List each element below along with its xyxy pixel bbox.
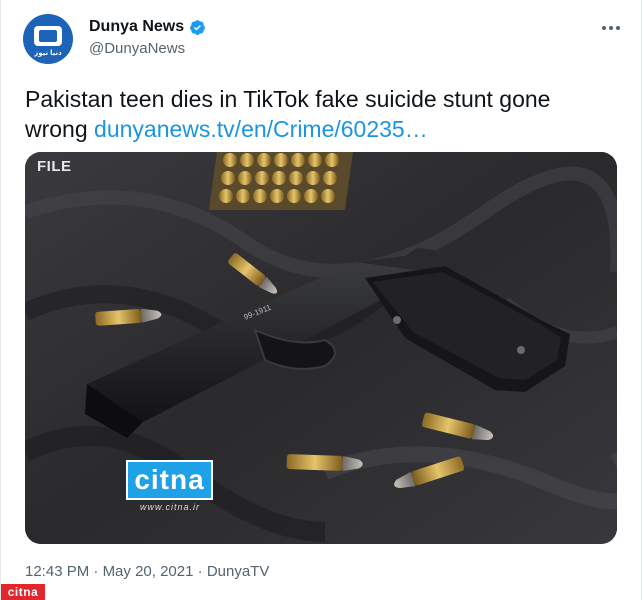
avatar-caption: دنیا نیوز — [34, 50, 62, 57]
more-dots-icon[interactable] — [599, 18, 623, 38]
pistol-photo: 99-1911 — [25, 152, 617, 544]
author-display-name[interactable]: Dunya News — [89, 18, 184, 36]
watermark-url: www.citna.ir — [139, 502, 200, 512]
tweet-card: دنیا نیوز Dunya News @DunyaNews Pakistan… — [0, 0, 642, 600]
tweet-meta: 12:43 PM · May 20, 2021 · DunyaTV — [25, 563, 269, 580]
tweet-time[interactable]: 12:43 PM — [25, 563, 89, 580]
ammo-box — [208, 152, 353, 210]
tweet-link[interactable]: dunyanews.tv/en/Crime/60235… — [94, 116, 428, 142]
tweet-date[interactable]: May 20, 2021 — [103, 563, 194, 580]
avatar[interactable]: دنیا نیوز — [23, 14, 73, 64]
watermark-logo: citna — [126, 460, 213, 500]
tweet-text: Pakistan teen dies in TikTok fake suicid… — [25, 84, 615, 144]
meta-separator: · — [197, 563, 203, 580]
tweet-source[interactable]: DunyaTV — [207, 563, 270, 580]
media-file-label: FILE — [37, 158, 72, 175]
corner-badge: citna — [1, 584, 45, 600]
author-name-row[interactable]: Dunya News — [89, 18, 206, 36]
verified-badge-icon — [190, 19, 206, 35]
tweet-media-image[interactable]: 99-1911 FILE citna www.citna.ir — [25, 152, 617, 544]
meta-separator: · — [93, 563, 99, 580]
author-handle[interactable]: @DunyaNews — [89, 40, 185, 57]
avatar-logo-inner — [39, 30, 57, 42]
